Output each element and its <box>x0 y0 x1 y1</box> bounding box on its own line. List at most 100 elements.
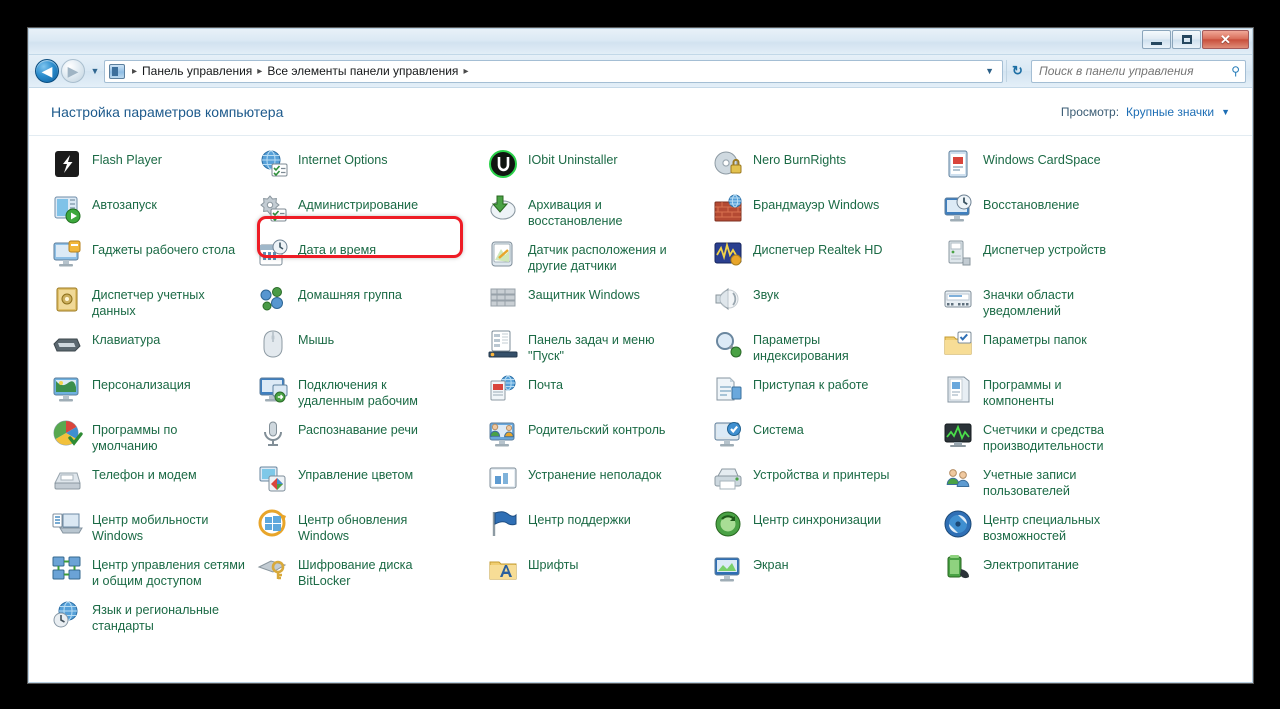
control-panel-item-label[interactable]: Nero BurnRights <box>753 150 846 168</box>
control-panel-item[interactable]: Flash Player <box>51 148 256 193</box>
breadcrumb-item-control-panel[interactable]: Панель управления <box>142 64 252 78</box>
control-panel-item-label[interactable]: Центр мобильности Windows <box>92 510 208 544</box>
control-panel-item-label[interactable]: IObit Uninstaller <box>528 150 618 168</box>
control-panel-item-label[interactable]: Дата и время <box>298 240 376 258</box>
control-panel-item[interactable]: Параметры папок <box>942 328 1147 373</box>
breadcrumb-item-all-items[interactable]: Все элементы панели управления <box>267 64 458 78</box>
control-panel-item[interactable]: Защитник Windows <box>487 283 692 328</box>
control-panel-item[interactable]: Приступая к работе <box>712 373 917 418</box>
control-panel-item[interactable]: Родительский контроль <box>487 418 692 463</box>
search-box[interactable]: ⚲ <box>1031 60 1246 83</box>
control-panel-item[interactable]: Центр мобильности Windows <box>51 508 256 553</box>
control-panel-item-label[interactable]: Шифрование диска BitLocker <box>298 555 412 589</box>
control-panel-item[interactable]: Центр специальных возможностей <box>942 508 1147 553</box>
search-input[interactable] <box>1037 63 1231 79</box>
control-panel-item-label[interactable]: Почта <box>528 375 563 393</box>
control-panel-item-label[interactable]: Значки области уведомлений <box>983 285 1074 319</box>
control-panel-item-label[interactable]: Центр обновления Windows <box>298 510 407 544</box>
control-panel-item-label[interactable]: Администрирование <box>298 195 418 213</box>
control-panel-item[interactable]: Диспетчер Realtek HD <box>712 238 917 283</box>
recent-pages-button[interactable]: ▼ <box>88 66 102 76</box>
control-panel-item[interactable]: Диспетчер учетных данных <box>51 283 256 328</box>
control-panel-item[interactable]: Система <box>712 418 917 463</box>
control-panel-item[interactable]: Почта <box>487 373 692 418</box>
control-panel-item-label[interactable]: Диспетчер устройств <box>983 240 1106 258</box>
control-panel-item-label[interactable]: Windows CardSpace <box>983 150 1101 168</box>
control-panel-item-label[interactable]: Управление цветом <box>298 465 413 483</box>
control-panel-item-label[interactable]: Программы по умолчанию <box>92 420 177 454</box>
control-panel-item-label[interactable]: Internet Options <box>298 150 388 168</box>
control-panel-item-label[interactable]: Родительский контроль <box>528 420 665 438</box>
control-panel-item[interactable]: Брандмауэр Windows <box>712 193 917 238</box>
control-panel-item-label[interactable]: Программы и компоненты <box>983 375 1062 409</box>
control-panel-item[interactable]: Значки области уведомлений <box>942 283 1147 328</box>
control-panel-item-label[interactable]: Приступая к работе <box>753 375 868 393</box>
refresh-button[interactable]: ↻ <box>1006 60 1028 82</box>
control-panel-item[interactable]: Подключения к удаленным рабочим <box>257 373 462 418</box>
control-panel-item-label[interactable]: Центр поддержки <box>528 510 631 528</box>
control-panel-item[interactable]: Nero BurnRights <box>712 148 917 193</box>
control-panel-item[interactable]: Датчик расположения и другие датчики <box>487 238 692 283</box>
control-panel-item[interactable]: Шифрование диска BitLocker <box>257 553 462 598</box>
control-panel-item-label[interactable]: Электропитание <box>983 555 1079 573</box>
control-panel-item[interactable]: Гаджеты рабочего стола <box>51 238 256 283</box>
control-panel-item[interactable]: Персонализация <box>51 373 256 418</box>
control-panel-item-label[interactable]: Восстановление <box>983 195 1079 213</box>
control-panel-item[interactable]: Дата и время <box>257 238 462 283</box>
control-panel-item-label[interactable]: Устранение неполадок <box>528 465 661 483</box>
forward-button[interactable]: ▶ <box>61 59 85 83</box>
control-panel-item-label[interactable]: Домашняя группа <box>298 285 402 303</box>
control-panel-item-label[interactable]: Брандмауэр Windows <box>753 195 879 213</box>
control-panel-item-label[interactable]: Диспетчер Realtek HD <box>753 240 883 258</box>
control-panel-item[interactable]: IObit Uninstaller <box>487 148 692 193</box>
control-panel-item-label[interactable]: Параметры индексирования <box>753 330 849 364</box>
control-panel-item[interactable]: Администрирование <box>257 193 462 238</box>
close-button[interactable]: ✕ <box>1202 30 1249 49</box>
control-panel-item-label[interactable]: Звук <box>753 285 779 303</box>
control-panel-item[interactable]: Панель задач и меню "Пуск" <box>487 328 692 373</box>
control-panel-item-label[interactable]: Архивация и восстановление <box>528 195 622 229</box>
control-panel-item-label[interactable]: Клавиатура <box>92 330 160 348</box>
control-panel-item-label[interactable]: Распознавание речи <box>298 420 418 438</box>
control-panel-item-label[interactable]: Мышь <box>298 330 334 348</box>
control-panel-item-label[interactable]: Центр управления сетями и общим доступом <box>92 555 245 589</box>
control-panel-item-label[interactable]: Flash Player <box>92 150 162 168</box>
chevron-down-icon[interactable]: ▼ <box>1221 107 1230 117</box>
control-panel-item-label[interactable]: Шрифты <box>528 555 579 573</box>
control-panel-item[interactable]: Программы и компоненты <box>942 373 1147 418</box>
control-panel-item-label[interactable]: Диспетчер учетных данных <box>92 285 205 319</box>
control-panel-item[interactable]: Архивация и восстановление <box>487 193 692 238</box>
view-mode-dropdown[interactable]: Крупные значки <box>1126 105 1214 119</box>
control-panel-item-label[interactable]: Подключения к удаленным рабочим <box>298 375 418 409</box>
breadcrumb[interactable]: ▸ Панель управления ▸ Все элементы панел… <box>104 60 1003 83</box>
control-panel-item-label[interactable]: Датчик расположения и другие датчики <box>528 240 667 274</box>
control-panel-item-label[interactable]: Защитник Windows <box>528 285 640 303</box>
control-panel-item[interactable]: Управление цветом <box>257 463 462 508</box>
control-panel-item[interactable]: Диспетчер устройств <box>942 238 1147 283</box>
control-panel-item-label[interactable]: Центр специальных возможностей <box>983 510 1100 544</box>
control-panel-item[interactable]: Домашняя группа <box>257 283 462 328</box>
control-panel-item-label[interactable]: Панель задач и меню "Пуск" <box>528 330 655 364</box>
control-panel-item-label[interactable]: Телефон и модем <box>92 465 197 483</box>
control-panel-item-label[interactable]: Гаджеты рабочего стола <box>92 240 235 258</box>
chevron-down-icon[interactable]: ▼ <box>981 66 998 76</box>
control-panel-item[interactable]: Счетчики и средства производительности <box>942 418 1147 463</box>
control-panel-item[interactable]: Язык и региональные стандарты <box>51 598 256 643</box>
control-panel-item[interactable]: Автозапуск <box>51 193 256 238</box>
control-panel-item[interactable]: Центр поддержки <box>487 508 692 553</box>
control-panel-item[interactable]: Звук <box>712 283 917 328</box>
control-panel-item[interactable]: Параметры индексирования <box>712 328 917 373</box>
control-panel-item-label[interactable]: Центр синхронизации <box>753 510 881 528</box>
control-panel-item[interactable]: Восстановление <box>942 193 1147 238</box>
control-panel-item[interactable]: Программы по умолчанию <box>51 418 256 463</box>
control-panel-item[interactable]: Центр обновления Windows <box>257 508 462 553</box>
control-panel-item-label[interactable]: Параметры папок <box>983 330 1087 348</box>
control-panel-item-label[interactable]: Язык и региональные стандарты <box>92 600 219 634</box>
control-panel-item[interactable]: Центр синхронизации <box>712 508 917 553</box>
control-panel-item-label[interactable]: Персонализация <box>92 375 191 393</box>
control-panel-item[interactable]: Экран <box>712 553 917 598</box>
control-panel-item[interactable]: Учетные записи пользователей <box>942 463 1147 508</box>
control-panel-item[interactable]: Устранение неполадок <box>487 463 692 508</box>
control-panel-item-label[interactable]: Устройства и принтеры <box>753 465 889 483</box>
control-panel-item[interactable]: Телефон и модем <box>51 463 256 508</box>
